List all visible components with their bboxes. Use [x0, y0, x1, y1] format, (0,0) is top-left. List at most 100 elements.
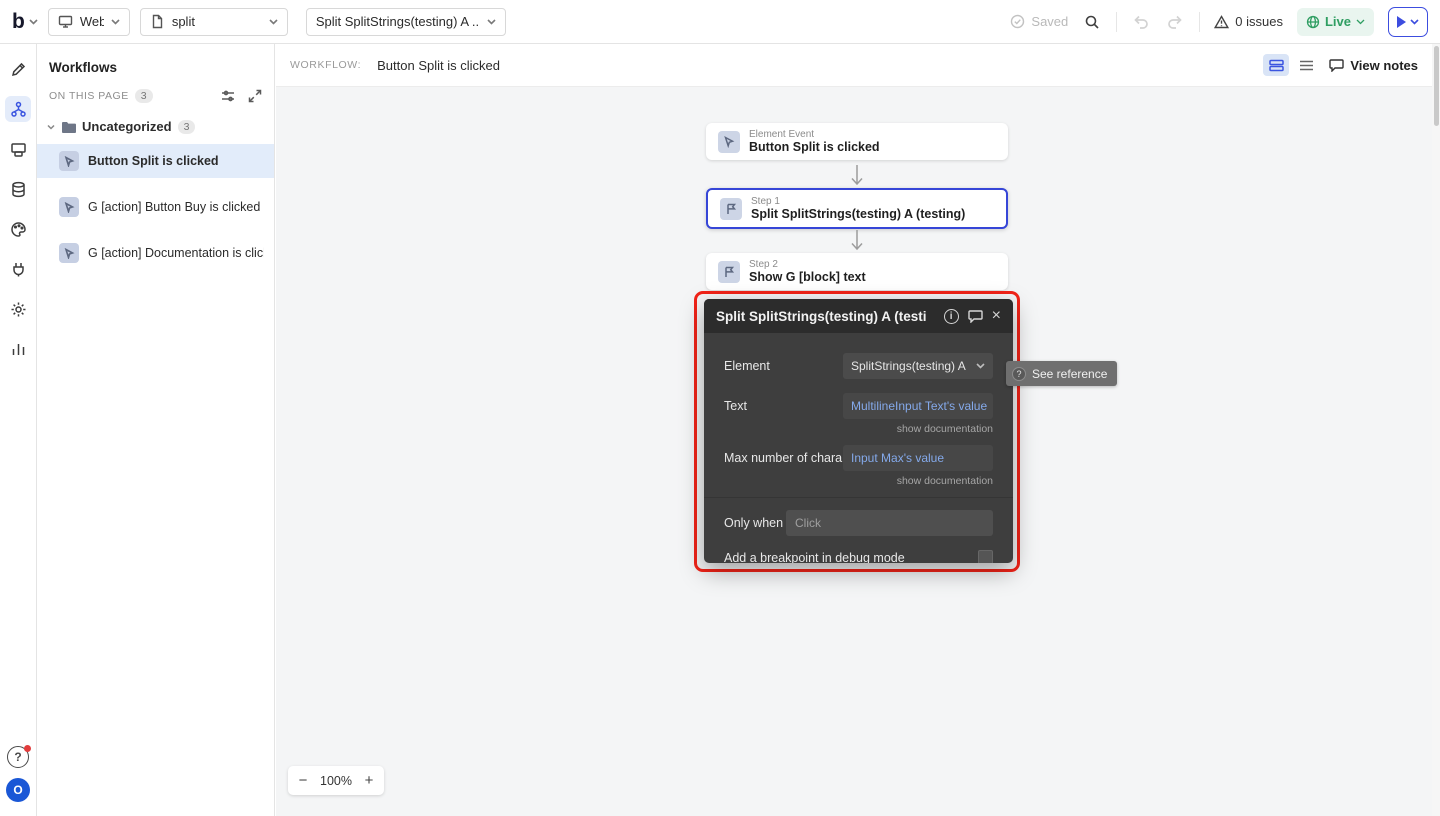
palette-icon — [10, 221, 26, 237]
monitor-icon — [58, 15, 73, 28]
help-glyph: ? — [14, 750, 22, 764]
comment-button[interactable] — [967, 309, 983, 323]
notification-dot — [24, 745, 31, 752]
max-label: Max number of chara — [724, 451, 843, 465]
view-toggle — [1263, 54, 1319, 76]
workflow-list-item[interactable]: G [action] Button Buy is clicked — [37, 190, 274, 224]
info-button[interactable]: i — [943, 308, 959, 324]
canvas-header: WORKFLOW: Button Split is clicked View n… — [276, 44, 1432, 87]
divider — [1116, 11, 1118, 32]
left-icon-rail: ? O — [0, 44, 37, 816]
workflow-item-label: Button Split is clicked — [88, 154, 219, 168]
play-icon — [1397, 15, 1406, 28]
zoom-in-button[interactable]: + — [360, 772, 378, 789]
design-tab[interactable] — [5, 56, 31, 82]
close-icon: × — [991, 307, 1001, 324]
issues-button[interactable]: 0 issues — [1214, 14, 1283, 29]
chevron-down-icon — [976, 363, 985, 369]
comment-icon — [1329, 59, 1345, 72]
reference-icon: ? — [1012, 366, 1026, 381]
workflow-dropdown[interactable]: Split SplitStrings(testing) A ... — [305, 7, 506, 36]
workflow-tab[interactable] — [5, 96, 31, 122]
styles-tab[interactable] — [5, 216, 31, 242]
preview-run-button[interactable] — [1388, 6, 1428, 37]
close-button[interactable]: × — [992, 308, 1001, 324]
divider — [704, 497, 1013, 498]
chevron-down-icon — [111, 18, 120, 25]
platform-dropdown[interactable]: Web — [47, 7, 130, 36]
search-icon — [1085, 15, 1099, 29]
workflow-node-step2[interactable]: Step 2 Show G [block] text — [706, 253, 1008, 290]
scrollbar-thumb[interactable] — [1433, 46, 1439, 126]
globe-icon — [1306, 15, 1320, 28]
undo-button[interactable] — [1131, 12, 1151, 32]
topbar-left: b Web split Split SplitStrings(testing) … — [0, 7, 506, 36]
flow-arrow-icon — [851, 165, 863, 186]
node-kind-label: Step 2 — [749, 259, 778, 270]
scrollbar[interactable] — [1432, 44, 1440, 816]
only-when-row: Only when Click — [724, 510, 993, 536]
folder-name: Uncategorized — [82, 119, 172, 134]
user-avatar[interactable]: O — [6, 778, 30, 802]
workflow-chip-icon — [59, 197, 79, 217]
responsive-tab[interactable] — [5, 136, 31, 162]
filter-icon[interactable] — [221, 89, 235, 103]
page-dropdown-label: split — [171, 14, 195, 29]
pencil-icon — [11, 62, 25, 76]
workflow-chip-icon — [59, 243, 79, 263]
element-dropdown[interactable]: SplitStrings(testing) A — [843, 353, 993, 379]
folder-icon — [62, 121, 76, 133]
property-editor-body: Element SplitStrings(testing) A Text Mul… — [704, 333, 1013, 563]
canvas-body[interactable]: Element Event Button Split is clicked St… — [276, 87, 1432, 816]
text-show-documentation-link[interactable]: show documentation — [724, 423, 993, 435]
bubble-logo-menu[interactable]: b — [12, 11, 38, 32]
data-tab[interactable] — [5, 176, 31, 202]
workflow-item-label: G [action] Documentation is click... — [88, 246, 264, 260]
redo-button[interactable] — [1165, 12, 1185, 32]
workflow-title: Button Split is clicked — [377, 57, 500, 73]
search-button[interactable] — [1082, 12, 1102, 32]
max-show-documentation-link[interactable]: show documentation — [724, 475, 993, 487]
action-property-editor: Split SplitStrings(testing) A (testi i × — [704, 299, 1013, 563]
zoom-level: 100% — [320, 773, 352, 788]
plugins-tab[interactable] — [5, 256, 31, 282]
step-flag-icon — [720, 197, 742, 220]
node-kind-label: Element Event — [749, 129, 815, 140]
database-icon — [11, 181, 25, 197]
max-expression-field[interactable]: Input Max's value — [843, 445, 993, 471]
folder-uncategorized[interactable]: Uncategorized 3 — [37, 113, 274, 140]
element-row: Element SplitStrings(testing) A — [724, 353, 993, 379]
live-label: Live — [1324, 14, 1351, 29]
help-button[interactable]: ? — [7, 745, 31, 768]
text-label: Text — [724, 399, 747, 413]
element-event-icon — [718, 130, 740, 153]
card-view-icon — [1269, 59, 1284, 71]
list-view-button[interactable] — [1293, 54, 1319, 76]
see-reference-tooltip[interactable]: ? See reference — [1006, 361, 1118, 386]
text-expression-field[interactable]: MultilineInput Text's value — [843, 393, 993, 419]
workflow-node-step1[interactable]: Step 1 Split SplitStrings(testing) A (te… — [706, 188, 1008, 229]
only-when-label: Only when — [724, 516, 784, 530]
view-notes-button[interactable]: View notes — [1329, 58, 1418, 73]
card-view-button[interactable] — [1263, 54, 1290, 76]
section-count-badge: 3 — [134, 89, 153, 103]
workflow-list-item[interactable]: Button Split is clicked — [37, 144, 274, 178]
property-editor-titlebar[interactable]: Split SplitStrings(testing) A (testi i × — [704, 299, 1013, 333]
live-button[interactable]: Live — [1296, 7, 1374, 36]
breakpoint-row: Add a breakpoint in debug mode — [724, 550, 993, 563]
expand-icon[interactable] — [248, 89, 262, 103]
node-title: Button Split is clicked — [749, 140, 880, 154]
zoom-out-button[interactable]: − — [294, 772, 312, 789]
settings-tab[interactable] — [5, 296, 31, 322]
workflow-node-event[interactable]: Element Event Button Split is clicked — [706, 123, 1008, 160]
breakpoint-checkbox[interactable] — [978, 550, 993, 563]
panel-section-header: ON THIS PAGE 3 — [37, 85, 274, 113]
page-dropdown[interactable]: split — [139, 7, 288, 36]
element-label: Element — [724, 359, 770, 373]
only-when-input[interactable]: Click — [786, 510, 993, 536]
titlebar-icons: i × — [943, 308, 1001, 324]
chevron-down-icon — [1410, 18, 1419, 25]
logs-tab[interactable] — [5, 336, 31, 362]
workflow-list-item[interactable]: G [action] Documentation is click... — [37, 236, 274, 270]
workflow-chip-icon — [59, 151, 79, 171]
